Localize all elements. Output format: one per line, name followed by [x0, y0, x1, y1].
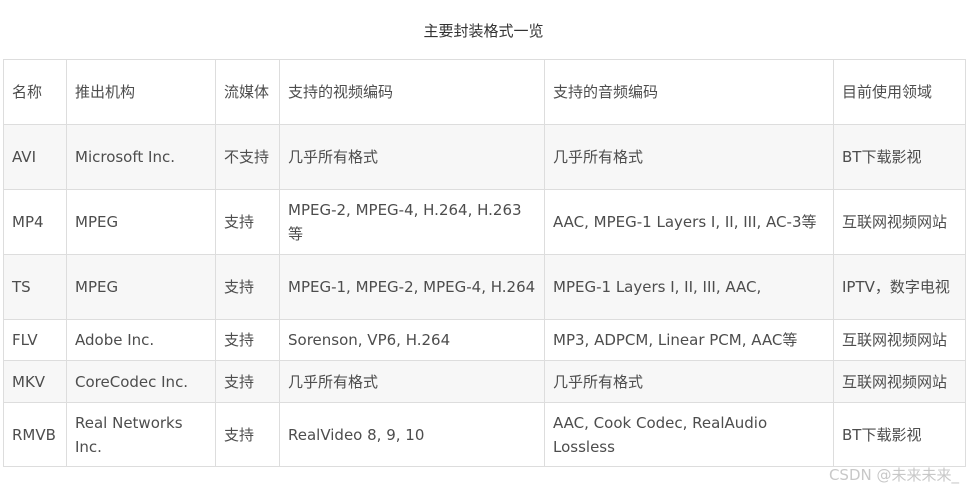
- cell-usage: 互联网视频网站: [833, 360, 966, 403]
- cell-name: MP4: [3, 189, 67, 255]
- table-header-row: 名称 推出机构 流媒体 支持的视频编码 支持的音频编码 目前使用领域: [3, 59, 966, 125]
- cell-usage: BT下载影视: [833, 124, 966, 190]
- header-usage: 目前使用领域: [833, 59, 966, 125]
- cell-usage: BT下载影视: [833, 402, 966, 467]
- cell-audio-codecs: AAC, Cook Codec, RealAudio Lossless: [544, 402, 834, 467]
- header-audio-codecs: 支持的音频编码: [544, 59, 834, 125]
- cell-audio-codecs: 几乎所有格式: [544, 124, 834, 190]
- cell-audio-codecs: AAC, MPEG-1 Layers I, II, III, AC-3等: [544, 189, 834, 255]
- cell-publisher: MPEG: [66, 254, 216, 320]
- cell-name: MKV: [3, 360, 67, 403]
- cell-publisher: Microsoft Inc.: [66, 124, 216, 190]
- cell-video-codecs: 几乎所有格式: [279, 124, 545, 190]
- cell-usage: 互联网视频网站: [833, 319, 966, 361]
- cell-usage: IPTV，数字电视: [833, 254, 966, 320]
- cell-video-codecs: 几乎所有格式: [279, 360, 545, 403]
- cell-name: FLV: [3, 319, 67, 361]
- csdn-watermark: CSDN @未来未来_: [828, 466, 959, 484]
- cell-audio-codecs: MPEG-1 Layers I, II, III, AAC,: [544, 254, 834, 320]
- cell-publisher: Adobe Inc.: [66, 319, 216, 361]
- table-row: MKV CoreCodec Inc. 支持 几乎所有格式 几乎所有格式 互联网视…: [3, 360, 966, 403]
- cell-name: AVI: [3, 124, 67, 190]
- header-name: 名称: [3, 59, 67, 125]
- cell-audio-codecs: 几乎所有格式: [544, 360, 834, 403]
- header-video-codecs: 支持的视频编码: [279, 59, 545, 125]
- cell-publisher: CoreCodec Inc.: [66, 360, 216, 403]
- cell-video-codecs: RealVideo 8, 9, 10: [279, 402, 545, 467]
- cell-streaming: 支持: [215, 319, 280, 361]
- cell-publisher: Real Networks Inc.: [66, 402, 216, 467]
- cell-video-codecs: MPEG-2, MPEG-4, H.264, H.263等: [279, 189, 545, 255]
- cell-video-codecs: Sorenson, VP6, H.264: [279, 319, 545, 361]
- cell-name: RMVB: [3, 402, 67, 467]
- cell-name: TS: [3, 254, 67, 320]
- table-row: RMVB Real Networks Inc. 支持 RealVideo 8, …: [3, 402, 966, 467]
- container-formats-table: 名称 推出机构 流媒体 支持的视频编码 支持的音频编码 目前使用领域 AVI M…: [3, 59, 966, 467]
- cell-video-codecs: MPEG-1, MPEG-2, MPEG-4, H.264: [279, 254, 545, 320]
- cell-streaming: 支持: [215, 360, 280, 403]
- cell-publisher: MPEG: [66, 189, 216, 255]
- cell-audio-codecs: MP3, ADPCM, Linear PCM, AAC等: [544, 319, 834, 361]
- cell-streaming: 支持: [215, 189, 280, 255]
- header-streaming: 流媒体: [215, 59, 280, 125]
- cell-usage: 互联网视频网站: [833, 189, 966, 255]
- table-caption: 主要封装格式一览: [423, 22, 544, 40]
- table-row: AVI Microsoft Inc. 不支持 几乎所有格式 几乎所有格式 BT下…: [3, 124, 966, 190]
- cell-streaming: 不支持: [215, 124, 280, 190]
- cell-streaming: 支持: [215, 254, 280, 320]
- header-publisher: 推出机构: [66, 59, 216, 125]
- table-row: TS MPEG 支持 MPEG-1, MPEG-2, MPEG-4, H.264…: [3, 254, 966, 320]
- table-row: FLV Adobe Inc. 支持 Sorenson, VP6, H.264 M…: [3, 319, 966, 361]
- table-row: MP4 MPEG 支持 MPEG-2, MPEG-4, H.264, H.263…: [3, 189, 966, 255]
- cell-streaming: 支持: [215, 402, 280, 467]
